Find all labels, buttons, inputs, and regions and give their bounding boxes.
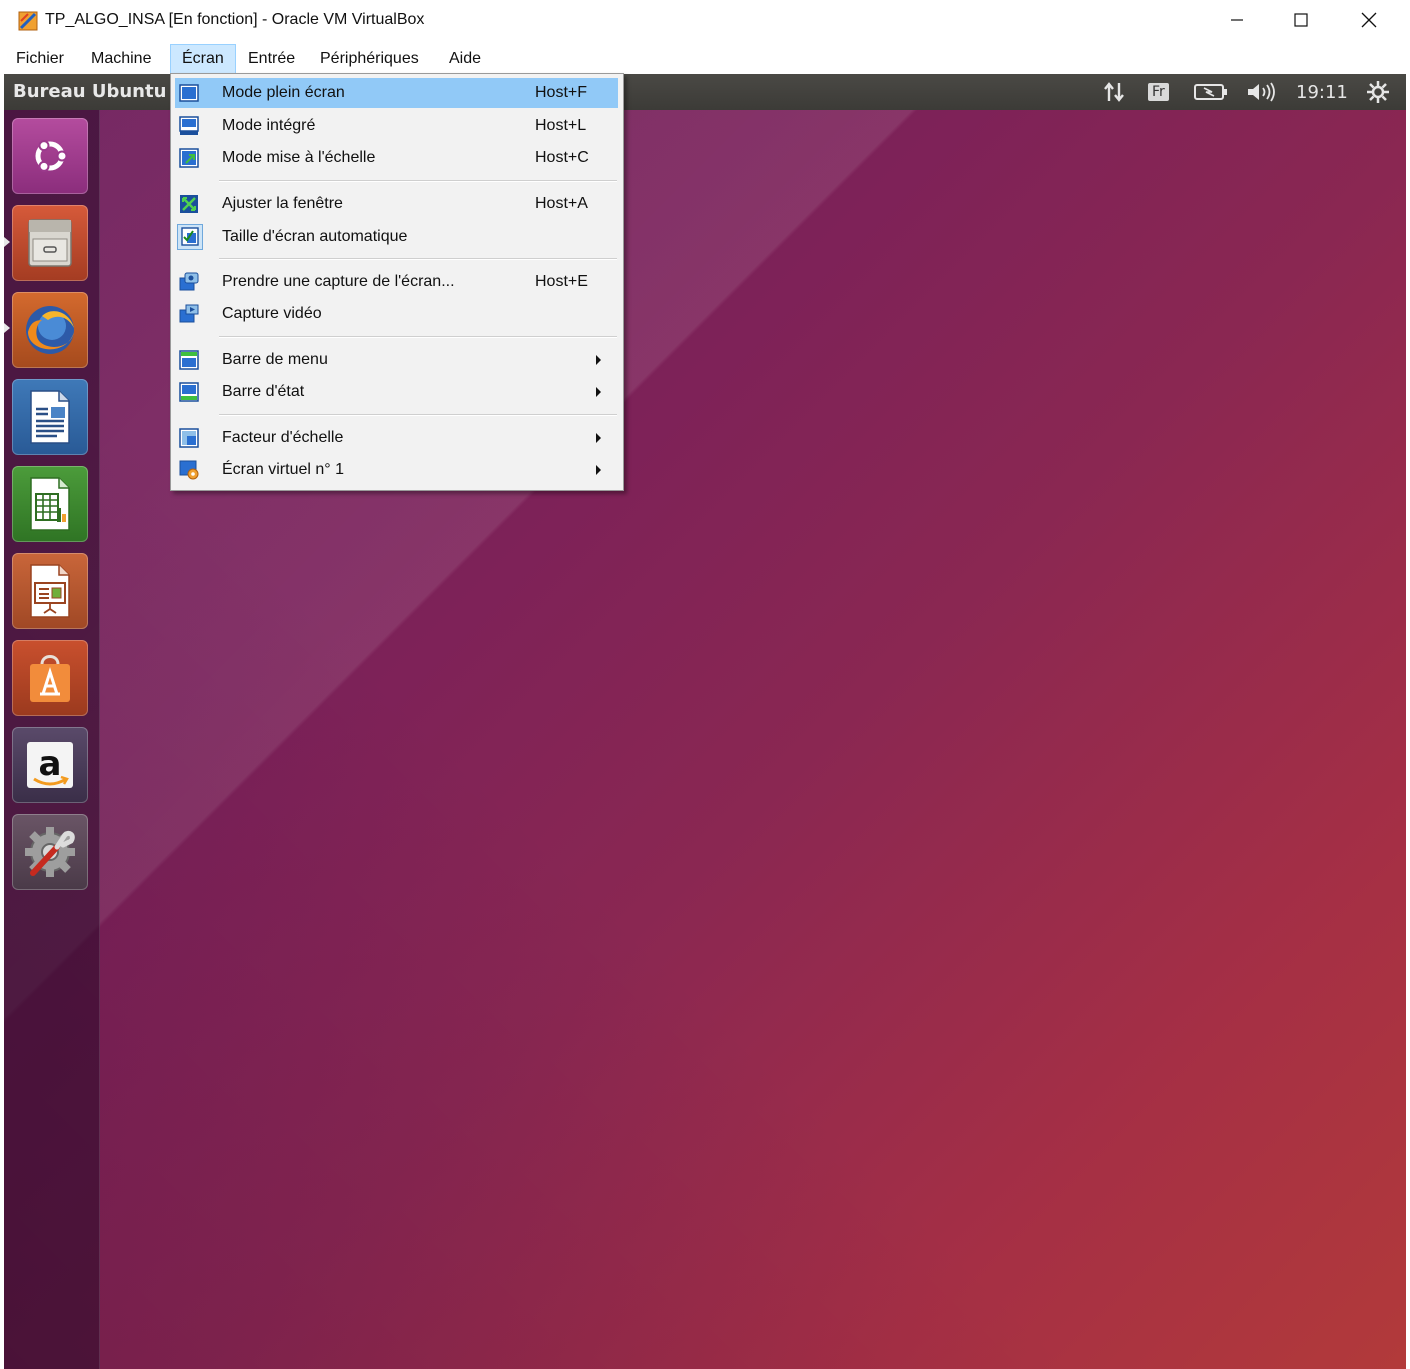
close-button[interactable] — [1336, 0, 1402, 40]
close-icon — [1361, 12, 1377, 28]
scale-factor-icon — [179, 428, 199, 448]
screenshot-icon — [179, 272, 199, 292]
menu-bar-icon — [179, 350, 199, 370]
battery-icon[interactable] — [1194, 80, 1228, 104]
menu-machine[interactable]: Machine — [90, 46, 152, 72]
submenu-arrow-icon — [596, 355, 601, 365]
window-border — [1406, 0, 1410, 1369]
clock[interactable]: 19:11 — [1296, 80, 1348, 104]
running-indicator — [4, 323, 10, 333]
system-settings-icon[interactable] — [12, 814, 88, 890]
libreoffice-calc-icon[interactable] — [12, 466, 88, 542]
menu-item-seamless-mode[interactable]: Mode intégré Host+L — [175, 111, 618, 141]
menu-fichier[interactable]: Fichier — [15, 46, 65, 72]
fullscreen-mode-icon — [179, 83, 199, 103]
keyboard-layout: Fr — [1148, 83, 1169, 101]
ubuntu-software-icon[interactable] — [12, 640, 88, 716]
maximize-icon — [1294, 13, 1308, 27]
network-icon[interactable] — [1102, 80, 1126, 104]
virtual-screen-icon — [179, 460, 199, 480]
minimize-button[interactable] — [1204, 0, 1270, 40]
submenu-arrow-icon — [596, 433, 601, 443]
menu-item-fullscreen-mode[interactable]: Mode plein écran Host+F — [175, 78, 618, 108]
menu-item-auto-resize[interactable]: Taille d'écran automatique — [175, 222, 618, 252]
menu-item-video-capture[interactable]: Capture vidéo — [175, 299, 618, 329]
virtualbox-icon — [18, 11, 38, 31]
keyboard-layout-icon[interactable]: Fr — [1148, 80, 1169, 104]
minimize-icon — [1230, 13, 1244, 27]
menu-ecran[interactable]: Écran — [170, 44, 236, 74]
window-titlebar: TP_ALGO_INSA [En fonction] - Oracle VM V… — [0, 0, 1410, 42]
vbox-menubar: Fichier Machine Écran Entrée Périphériqu… — [0, 42, 1410, 74]
ecran-dropdown-menu: Mode plein écran Host+F Mode intégré Hos… — [170, 73, 624, 491]
menu-separator — [219, 258, 617, 260]
menu-separator — [219, 180, 617, 182]
menu-peripheriques[interactable]: Périphériques — [319, 46, 420, 72]
window-title: TP_ALGO_INSA [En fonction] - Oracle VM V… — [45, 11, 425, 28]
maximize-button[interactable] — [1268, 0, 1334, 40]
menu-item-status-bar[interactable]: Barre d'état — [175, 377, 618, 407]
firefox-icon[interactable] — [12, 292, 88, 368]
svg-text:a: a — [39, 744, 62, 784]
files-icon[interactable] — [12, 205, 88, 281]
running-indicator — [4, 237, 10, 247]
libreoffice-writer-icon[interactable] — [12, 379, 88, 455]
menu-item-menu-bar[interactable]: Barre de menu — [175, 345, 618, 375]
status-bar-icon — [179, 382, 199, 402]
libreoffice-impress-icon[interactable] — [12, 553, 88, 629]
seamless-mode-icon — [179, 116, 199, 136]
menu-separator — [219, 414, 617, 416]
menu-aide[interactable]: Aide — [448, 46, 482, 72]
session-gear-icon[interactable] — [1366, 80, 1390, 104]
adjust-window-icon — [179, 194, 199, 214]
submenu-arrow-icon — [596, 465, 601, 475]
panel-title: Bureau Ubuntu — [13, 81, 167, 102]
menu-item-virtual-screen-1[interactable]: Écran virtuel n° 1 — [175, 455, 618, 485]
video-capture-icon — [179, 304, 199, 324]
menu-item-take-screenshot[interactable]: Prendre une capture de l'écran... Host+E — [175, 267, 618, 297]
menu-item-scale-factor[interactable]: Facteur d'échelle — [175, 423, 618, 453]
amazon-icon[interactable]: a — [12, 727, 88, 803]
submenu-arrow-icon — [596, 387, 601, 397]
menu-entree[interactable]: Entrée — [247, 46, 296, 72]
menu-separator — [219, 336, 617, 338]
menu-item-scale-mode[interactable]: Mode mise à l'échelle Host+C — [175, 143, 618, 173]
menu-item-adjust-window[interactable]: Ajuster la fenêtre Host+A — [175, 189, 618, 219]
ubuntu-dash-icon[interactable] — [12, 118, 88, 194]
volume-icon[interactable] — [1246, 80, 1280, 104]
ubuntu-launcher: a — [4, 110, 100, 1369]
auto-resize-icon — [177, 224, 203, 250]
scale-mode-icon — [179, 148, 199, 168]
